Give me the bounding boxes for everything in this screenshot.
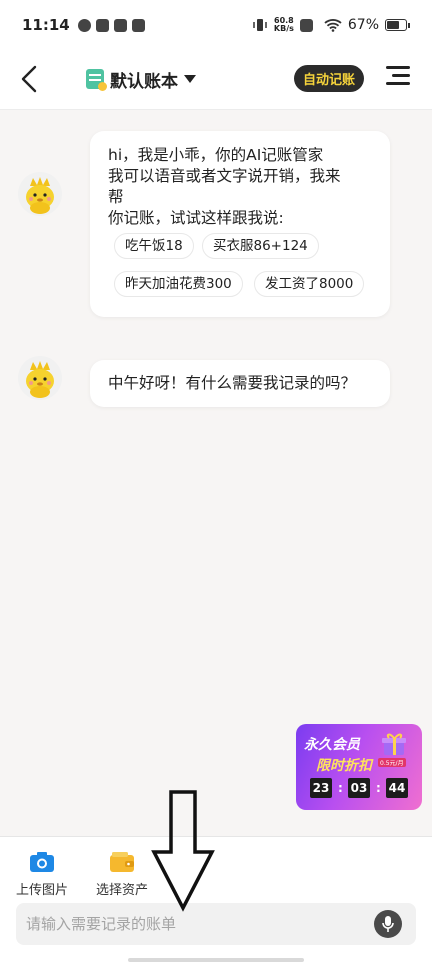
vip-promo-banner[interactable]: 永久会员 限时折扣 0.5元/月 23 : 03 : 44 — [296, 724, 422, 810]
message-bubble: hi，我是小乖，你的AI记账管家 我可以语音或者文字说开销，我来 帮 你记账，试… — [90, 131, 390, 317]
home-indicator — [128, 958, 304, 962]
no-sim-icon — [299, 18, 313, 32]
wifi-icon — [324, 19, 342, 32]
wallet-icon — [109, 851, 135, 873]
bill-input-bar — [16, 903, 416, 945]
message-line: 我可以语音或者文字说开销，我来 — [108, 167, 341, 185]
battery-text: 67% — [347, 17, 379, 33]
assistant-avatar — [18, 356, 62, 400]
suggestion-chip[interactable]: 昨天加油花费300 — [114, 271, 243, 297]
upload-image-label: 上传图片 — [15, 883, 68, 898]
net-speed: 60.8 KB/s — [273, 16, 294, 33]
countdown-seconds: 44 — [386, 778, 408, 798]
mascot-icon — [18, 356, 62, 400]
message-line: 帮 — [108, 188, 124, 206]
suggestion-chip[interactable]: 发工资了8000 — [254, 271, 365, 297]
voice-input-button[interactable] — [374, 910, 402, 938]
book-name: 默认账本 — [110, 71, 178, 92]
upload-image-button[interactable]: 上传图片 — [14, 851, 70, 898]
microphone-icon — [382, 916, 394, 932]
countdown-minutes: 03 — [348, 778, 370, 798]
status-bar: 11:14 60.8 KB/s 67% — [0, 0, 432, 50]
message-line: 你记账，试试这样跟我说: — [108, 209, 284, 227]
select-asset-label: 选择资产 — [95, 883, 148, 898]
countdown-hours: 23 — [310, 778, 332, 798]
ledger-book-icon — [86, 69, 107, 91]
gift-box-icon — [382, 733, 406, 755]
mascot-icon — [18, 172, 62, 216]
status-right: 60.8 KB/s 67% — [252, 17, 410, 33]
vibrate-icon — [253, 19, 267, 31]
menu-icon-line — [386, 82, 410, 85]
menu-icon-line — [386, 66, 410, 69]
mail-icon — [131, 18, 145, 32]
suggestion-chip[interactable]: 买衣服86+124 — [202, 233, 319, 259]
promo-subtitle: 限时折扣 — [316, 758, 372, 774]
promo-title: 永久会员 — [304, 737, 360, 753]
bottom-panel: 上传图片 选择资产 — [0, 836, 432, 964]
play-icon — [95, 18, 109, 32]
header: 默认账本 自动记账 — [0, 50, 432, 110]
back-button[interactable] — [20, 64, 50, 94]
battery-icon — [385, 19, 410, 31]
app-icon — [113, 18, 127, 32]
caret-down-icon — [184, 75, 196, 83]
select-asset-button[interactable]: 选择资产 — [93, 851, 151, 898]
message-bubble: 中午好呀！有什么需要我记录的吗？ — [90, 360, 390, 407]
assistant-avatar — [18, 172, 62, 216]
message-line: hi，我是小乖，你的AI记账管家 — [108, 146, 324, 164]
suggestion-chip[interactable]: 吃午饭18 — [114, 233, 194, 259]
menu-icon-line — [392, 74, 410, 77]
camera-icon — [29, 851, 55, 873]
countdown-separator: : — [338, 781, 343, 795]
check-icon — [77, 18, 91, 32]
auto-bookkeeping-button[interactable]: 自动记账 — [294, 65, 364, 92]
book-selector[interactable]: 默认账本 — [86, 64, 196, 94]
menu-button[interactable] — [386, 66, 410, 88]
back-arrow-icon — [21, 65, 37, 93]
message-line: 中午好呀！有什么需要我记录的吗？ — [108, 374, 357, 392]
promo-price-tag: 0.5元/月 — [378, 758, 406, 767]
countdown-separator: : — [376, 781, 381, 795]
down-arrow-annotation-icon — [151, 790, 215, 912]
status-time: 11:14 — [22, 16, 70, 34]
